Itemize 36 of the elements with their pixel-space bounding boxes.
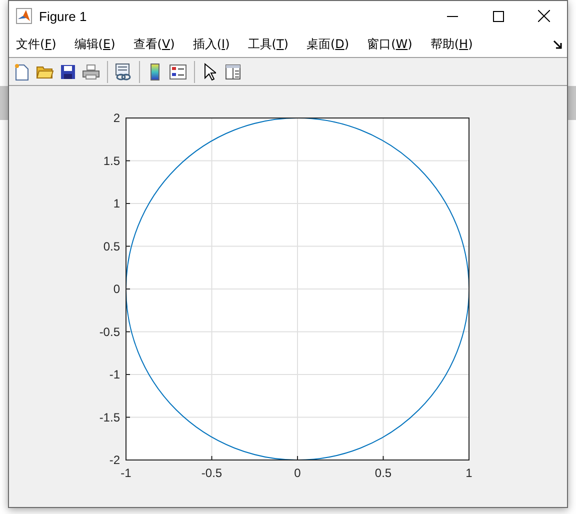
menu-item[interactable]: 桌面(D) (306, 36, 350, 52)
tick-label: -1 (109, 368, 120, 382)
menu-item[interactable]: 查看(V) (133, 36, 175, 52)
tick-label: -1.5 (99, 410, 120, 424)
tick-label: 0.5 (103, 239, 120, 254)
printer-icon (82, 64, 100, 80)
menu-item[interactable]: 工具(T) (248, 36, 288, 52)
save-icon (60, 64, 76, 80)
tick-label: -1 (120, 466, 132, 480)
menu-item[interactable]: 文件(F) (16, 36, 56, 52)
linked-plot-icon (114, 62, 132, 80)
tick-label: 1.5 (103, 154, 120, 168)
folder-icon (36, 64, 54, 79)
legend-icon (168, 64, 186, 80)
property-editor-icon (224, 64, 240, 80)
colorbar-icon (150, 62, 160, 80)
menu-item[interactable]: 窗口(W) (367, 36, 412, 52)
tick-label: 0 (294, 466, 301, 480)
tick-label: -0.5 (99, 324, 120, 339)
tick-label: -0.5 (201, 466, 222, 480)
maximize-icon (492, 10, 504, 22)
tick-label: -2 (109, 453, 120, 467)
close-icon (538, 10, 550, 22)
window-title: Figure 1 (39, 8, 88, 24)
app-logo-icon (16, 8, 32, 24)
tick-label: 2 (113, 111, 120, 125)
pointer-icon (204, 62, 216, 80)
tick-label: 0.5 (374, 466, 392, 480)
menu-item[interactable]: 帮助(H) (430, 36, 473, 52)
new-file-icon (14, 62, 30, 80)
tick-label: 1 (466, 466, 472, 480)
menu-item[interactable]: 插入(I) (192, 36, 230, 52)
tick-label: 1 (113, 196, 120, 210)
menu-item[interactable]: 编辑(E) (74, 36, 116, 52)
dock-arrow-icon[interactable] (553, 40, 562, 48)
tick-label: 0 (113, 282, 120, 296)
